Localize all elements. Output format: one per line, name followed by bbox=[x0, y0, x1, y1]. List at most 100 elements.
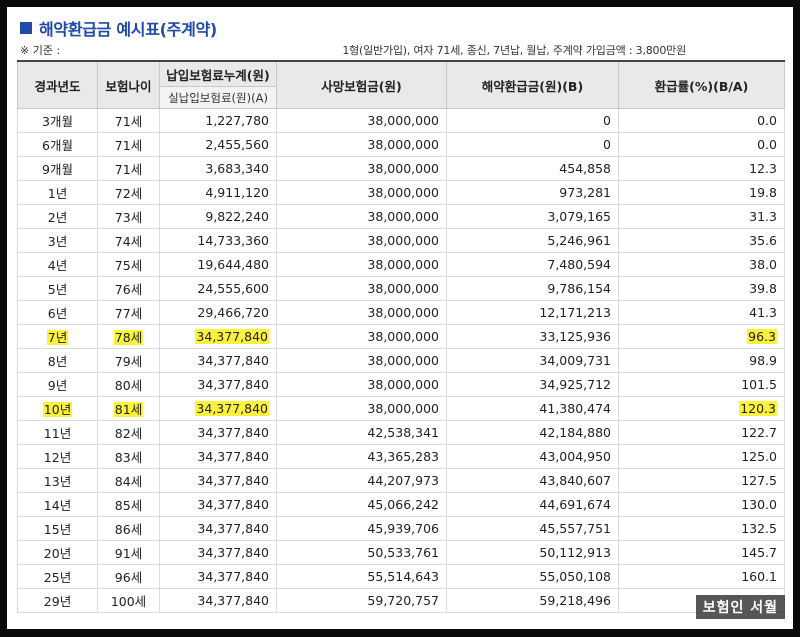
cell-death: 38,000,000 bbox=[276, 396, 447, 421]
cell-year-value: 1년 bbox=[47, 186, 68, 201]
cell-year: 15년 bbox=[17, 516, 98, 541]
cell-year-value: 29년 bbox=[43, 594, 72, 609]
cell-paid: 9,822,240 bbox=[159, 204, 277, 229]
cell-year: 9년 bbox=[17, 372, 98, 397]
cell-age: 79세 bbox=[97, 348, 160, 373]
cell-death: 38,000,000 bbox=[276, 204, 447, 229]
cell-year: 6개월 bbox=[17, 132, 98, 157]
cell-year: 25년 bbox=[17, 564, 98, 589]
header-death: 사망보험금(원) bbox=[276, 60, 447, 109]
cell-paid: 34,377,840 bbox=[159, 444, 277, 469]
cell-age: 86세 bbox=[97, 516, 160, 541]
cell-refund-value: 55,050,108 bbox=[539, 569, 611, 584]
table-row: 29년 100세 34,377,840 59,720,757 59,218,496 bbox=[17, 588, 785, 613]
header-age: 보험나이 bbox=[97, 60, 160, 109]
cell-year-value: 9개월 bbox=[42, 162, 73, 177]
cell-age: 84세 bbox=[97, 468, 160, 493]
cell-death-value: 50,533,761 bbox=[367, 545, 439, 560]
cell-rate-value: 125.0 bbox=[741, 449, 777, 464]
cell-paid-value: 34,377,840 bbox=[197, 545, 269, 560]
cell-paid-value: 29,466,720 bbox=[197, 305, 269, 320]
table-row: 20년 91세 34,377,840 50,533,761 50,112,913 145.… bbox=[17, 540, 785, 565]
cell-rate-value: 132.5 bbox=[741, 521, 777, 536]
cell-age-value: 86세 bbox=[114, 522, 143, 537]
cell-refund-value: 454,858 bbox=[559, 161, 611, 176]
cell-year-value: 8년 bbox=[47, 354, 68, 369]
cell-age-value: 81세 bbox=[113, 402, 144, 417]
cell-refund-value: 50,112,913 bbox=[539, 545, 611, 560]
cell-rate: 38.0 bbox=[618, 252, 785, 277]
cell-death-value: 42,538,341 bbox=[367, 425, 439, 440]
cell-rate-value: 160.1 bbox=[741, 569, 777, 584]
cell-paid: 34,377,840 bbox=[159, 564, 277, 589]
cell-refund: 9,786,154 bbox=[446, 276, 619, 301]
table-row: 9개월 71세 3,683,340 38,000,000 454,858 12.3 bbox=[17, 156, 785, 181]
cell-year: 8년 bbox=[17, 348, 98, 373]
cell-death: 38,000,000 bbox=[276, 108, 447, 133]
table-row: 25년 96세 34,377,840 55,514,643 55,050,108 160.… bbox=[17, 564, 785, 589]
cell-paid: 34,377,840 bbox=[159, 348, 277, 373]
cell-age-value: 79세 bbox=[114, 354, 143, 369]
cell-year: 2년 bbox=[17, 204, 98, 229]
cell-rate-value: 101.5 bbox=[741, 377, 777, 392]
table-row: 12년 83세 34,377,840 43,365,283 43,004,950 125.… bbox=[17, 444, 785, 469]
header-year: 경과년도 bbox=[17, 60, 98, 109]
table-row: 2년 73세 9,822,240 38,000,000 3,079,165 31.3 bbox=[17, 204, 785, 229]
cell-rate: 98.9 bbox=[618, 348, 785, 373]
cell-paid-value: 1,227,780 bbox=[205, 113, 269, 128]
cell-age: 71세 bbox=[97, 156, 160, 181]
cell-paid: 34,377,840 bbox=[159, 516, 277, 541]
cell-refund-value: 34,925,712 bbox=[539, 377, 611, 392]
cell-year: 29년 bbox=[17, 588, 98, 613]
cell-age: 100세 bbox=[97, 588, 160, 613]
table-body: 3개월 71세 1,227,780 38,000,000 0 0.0 6개월 71세 2,455… bbox=[17, 108, 785, 613]
table-row: 13년 84세 34,377,840 44,207,973 43,840,607 127.… bbox=[17, 468, 785, 493]
cell-paid-value: 9,822,240 bbox=[205, 209, 269, 224]
cell-paid-value: 24,555,600 bbox=[197, 281, 269, 296]
cell-year-value: 11년 bbox=[43, 426, 72, 441]
cell-paid-value: 3,683,340 bbox=[205, 161, 269, 176]
cell-death-value: 38,000,000 bbox=[367, 401, 439, 416]
cell-age: 71세 bbox=[97, 132, 160, 157]
cell-age-value: 74세 bbox=[114, 234, 143, 249]
cell-death: 38,000,000 bbox=[276, 180, 447, 205]
cell-death: 38,000,000 bbox=[276, 132, 447, 157]
cell-death: 50,533,761 bbox=[276, 540, 447, 565]
cell-paid-value: 34,377,840 bbox=[197, 353, 269, 368]
cell-rate: 101.5 bbox=[618, 372, 785, 397]
cell-year: 20년 bbox=[17, 540, 98, 565]
cell-refund: 5,246,961 bbox=[446, 228, 619, 253]
cell-death: 38,000,000 bbox=[276, 228, 447, 253]
cell-refund-value: 43,004,950 bbox=[539, 449, 611, 464]
cell-age: 73세 bbox=[97, 204, 160, 229]
table-row: 3년 74세 14,733,360 38,000,000 5,246,961 35.6 bbox=[17, 228, 785, 253]
cell-paid: 34,377,840 bbox=[159, 468, 277, 493]
cell-rate: 35.6 bbox=[618, 228, 785, 253]
header-paid: 납입보험료누계(원) bbox=[159, 60, 277, 87]
cell-rate-value: 31.3 bbox=[749, 209, 777, 224]
cell-refund-value: 3,079,165 bbox=[547, 209, 611, 224]
cell-death-value: 45,939,706 bbox=[367, 521, 439, 536]
cell-age: 96세 bbox=[97, 564, 160, 589]
cell-refund: 43,004,950 bbox=[446, 444, 619, 469]
cell-refund-value: 59,218,496 bbox=[539, 593, 611, 608]
cell-death: 38,000,000 bbox=[276, 300, 447, 325]
cell-rate-value: 0.0 bbox=[757, 137, 777, 152]
cell-paid-value: 34,377,840 bbox=[197, 593, 269, 608]
cell-paid: 19,644,480 bbox=[159, 252, 277, 277]
cell-age: 85세 bbox=[97, 492, 160, 517]
cell-age-value: 75세 bbox=[114, 258, 143, 273]
cell-rate: 12.3 bbox=[618, 156, 785, 181]
cell-rate-value: 127.5 bbox=[741, 473, 777, 488]
cell-rate-value: 38.0 bbox=[749, 257, 777, 272]
cell-refund: 59,218,496 bbox=[446, 588, 619, 613]
cell-refund-value: 33,125,936 bbox=[539, 329, 611, 344]
cell-death-value: 38,000,000 bbox=[367, 377, 439, 392]
cell-age: 81세 bbox=[97, 396, 160, 421]
table-row: 15년 86세 34,377,840 45,939,706 45,557,751 132.… bbox=[17, 516, 785, 541]
cell-year: 10년 bbox=[17, 396, 98, 421]
cell-paid: 29,466,720 bbox=[159, 300, 277, 325]
cell-refund: 50,112,913 bbox=[446, 540, 619, 565]
cell-year-value: 2년 bbox=[47, 210, 68, 225]
cell-rate-value: 130.0 bbox=[741, 497, 777, 512]
